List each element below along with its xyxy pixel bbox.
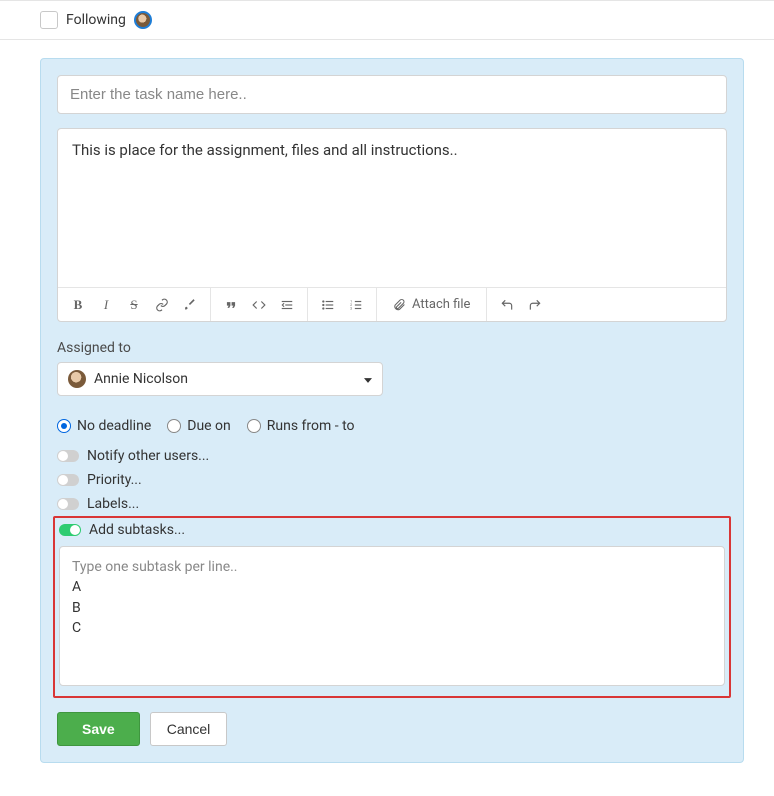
quote-icon[interactable]	[217, 291, 245, 319]
chevron-down-icon	[364, 371, 372, 387]
toggle-label: Notify other users...	[87, 448, 209, 464]
task-form-panel: This is place for the assignment, files …	[40, 58, 744, 763]
save-button[interactable]: Save	[57, 712, 140, 746]
subtasks-placeholder: Type one subtask per line..	[72, 557, 712, 577]
code-icon[interactable]	[245, 291, 273, 319]
undo-icon[interactable]	[493, 291, 521, 319]
radio-label: Runs from - to	[267, 418, 355, 434]
cancel-button[interactable]: Cancel	[150, 712, 228, 746]
description-placeholder: This is place for the assignment, files …	[72, 141, 458, 159]
toggle-switch	[59, 524, 81, 536]
brush-icon[interactable]	[176, 291, 204, 319]
strikethrough-icon[interactable]: S	[120, 291, 148, 319]
subtask-line: C	[72, 618, 712, 638]
following-label: Following	[66, 12, 126, 28]
subtask-line: A	[72, 577, 712, 597]
radio-due-on[interactable]: Due on	[167, 418, 231, 434]
assignee-avatar	[68, 370, 86, 388]
description-editor: This is place for the assignment, files …	[57, 128, 727, 322]
toggle-switch	[57, 474, 79, 486]
deadline-radio-group: No deadline Due on Runs from - to	[57, 418, 727, 434]
following-checkbox[interactable]	[40, 11, 58, 29]
attach-file-button[interactable]: Attach file	[383, 291, 480, 319]
italic-icon[interactable]: I	[92, 291, 120, 319]
toggle-switch	[57, 498, 79, 510]
form-actions: Save Cancel	[57, 712, 727, 746]
editor-toolbar: B I S	[58, 287, 726, 321]
ordered-list-icon[interactable]: 123	[342, 291, 370, 319]
attach-file-label: Attach file	[412, 297, 470, 312]
assignee-select[interactable]: Annie Nicolson	[57, 362, 383, 396]
assigned-to-label: Assigned to	[57, 340, 727, 356]
toggle-label: Add subtasks...	[89, 522, 185, 538]
subtasks-highlight: Add subtasks... Type one subtask per lin…	[53, 516, 731, 698]
assignee-name: Annie Nicolson	[94, 371, 188, 387]
toggle-label: Labels...	[87, 496, 139, 512]
svg-text:3: 3	[350, 306, 352, 310]
toggle-labels[interactable]: Labels...	[57, 496, 727, 512]
bold-icon[interactable]: B	[64, 291, 92, 319]
toggle-add-subtasks[interactable]: Add subtasks...	[59, 522, 725, 538]
subtasks-textarea[interactable]: Type one subtask per line.. A B C	[59, 546, 725, 686]
unordered-list-icon[interactable]	[314, 291, 342, 319]
radio-icon	[247, 419, 261, 433]
link-icon[interactable]	[148, 291, 176, 319]
outdent-icon[interactable]	[273, 291, 301, 319]
radio-runs-from-to[interactable]: Runs from - to	[247, 418, 355, 434]
toggle-switch	[57, 450, 79, 462]
task-name-input[interactable]	[57, 75, 727, 114]
radio-icon	[57, 419, 71, 433]
follower-avatar[interactable]	[134, 11, 152, 29]
radio-label: Due on	[187, 418, 231, 434]
radio-icon	[167, 419, 181, 433]
redo-icon[interactable]	[521, 291, 549, 319]
radio-no-deadline[interactable]: No deadline	[57, 418, 151, 434]
radio-label: No deadline	[77, 418, 151, 434]
toggle-priority[interactable]: Priority...	[57, 472, 727, 488]
toggle-notify-users[interactable]: Notify other users...	[57, 448, 727, 464]
toggle-label: Priority...	[87, 472, 142, 488]
description-body[interactable]: This is place for the assignment, files …	[58, 129, 726, 287]
subtask-line: B	[72, 598, 712, 618]
top-bar: Following	[0, 0, 774, 40]
